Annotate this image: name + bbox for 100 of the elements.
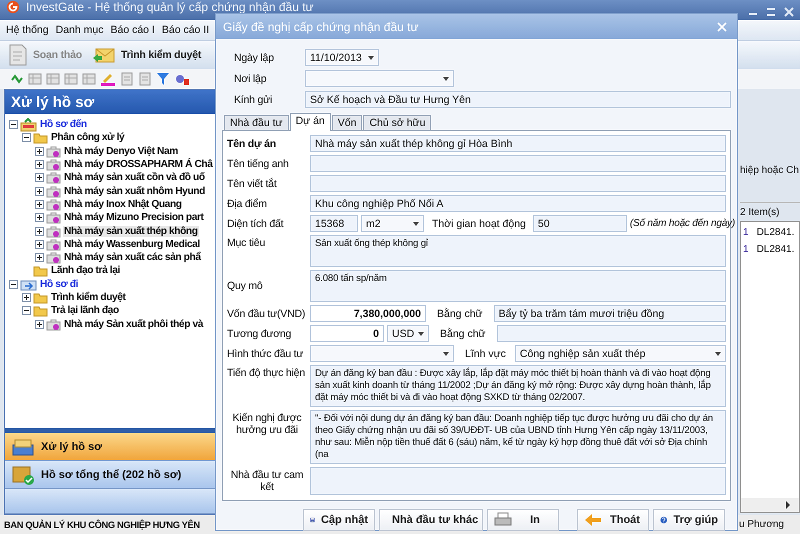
grid-icon[interactable] [28, 72, 42, 86]
table-cell: 1 [743, 227, 749, 238]
dialog-button[interactable]: Thoát [577, 509, 649, 531]
grid-icon[interactable] [82, 72, 96, 86]
briefcase-icon [46, 251, 61, 264]
briefcase-icon [46, 211, 61, 224]
dropdown-icon [443, 76, 449, 80]
expand-toggle-icon[interactable] [35, 146, 44, 156]
maximize-icon[interactable] [766, 7, 776, 17]
field-label: Kính gửi [234, 94, 274, 106]
tree-item[interactable]: Nhà máy DROSSAPHARM Á Châ [5, 158, 216, 172]
input-field[interactable] [310, 175, 726, 192]
dropdown-field[interactable]: USD [387, 325, 429, 342]
menu-item[interactable]: Danh mục [56, 24, 104, 36]
expand-toggle-icon[interactable] [35, 253, 44, 262]
toolbar-button[interactable]: Trình kiểm duyệt [92, 44, 202, 66]
expand-toggle-icon[interactable] [22, 306, 31, 316]
input-field[interactable]: Sở Kế hoạch và Đầu tư Hưng Yên [305, 91, 731, 108]
menu-item[interactable]: Hệ thống [6, 24, 49, 36]
expand-toggle-icon[interactable] [35, 160, 44, 170]
expand-toggle-icon[interactable] [35, 320, 44, 329]
expand-toggle-icon[interactable] [22, 293, 31, 302]
input-field[interactable]: 15368 [310, 215, 358, 232]
grid-icon[interactable] [46, 72, 60, 86]
tree-item[interactable]: Trình kiểm duyệt [5, 290, 216, 304]
input-field[interactable]: Nhà máy sản xuất thép không gỉ Hòa Bình [310, 135, 726, 152]
tree-item[interactable]: Nhà máy Sản xuất phôi thép và [5, 317, 216, 331]
expand-toggle-icon[interactable] [35, 213, 44, 222]
scroll-right-icon[interactable] [785, 501, 791, 509]
expand-toggle-icon[interactable] [35, 173, 44, 182]
box-check-icon [11, 464, 35, 486]
tree-item[interactable]: Nhà máy sản xuất cồn và đồ uố [5, 171, 216, 184]
input-field[interactable]: 7,380,000,000 [310, 305, 426, 322]
tab[interactable]: Dự án [290, 113, 331, 131]
text-area[interactable]: Dự án đăng ký ban đầu : Được xây lắp, lắp đặt máy móc thiết bị hoàn thành và đi vào hoạt động sản xuất kinh doanh từ tháng 11/2002 ;Dự án đăng ký mở rộng: Được xây dựng hoàn thành, lắp đặt máy móc thiết bi và đi vào hoạt động SXKD từ tháng 02/2007. [310, 365, 726, 407]
nav-button[interactable]: Hồ sơ tổng thể (202 hồ sơ) [5, 461, 216, 489]
folder-icon [33, 292, 48, 304]
input-field[interactable]: Bẩy tỷ ba trăm tám mươi triệu đồng [494, 305, 726, 322]
expand-toggle-icon[interactable] [35, 200, 44, 209]
input-field[interactable]: 0 [310, 325, 384, 342]
tree-item[interactable]: Phân công xử lý [5, 131, 216, 145]
nav-button[interactable]: Xử lý hồ sơ [5, 433, 216, 461]
tree-item[interactable]: Nhà máy Denyo Việt Nam [5, 144, 216, 158]
status-text: u Phương [739, 519, 785, 530]
tab[interactable]: Vốn [332, 115, 362, 130]
filter-icon[interactable] [156, 72, 170, 86]
tree-item[interactable]: Lãnh đạo trả lại [5, 264, 216, 278]
tree-item[interactable]: Nhà máy sản xuất các sản phẩ [5, 250, 216, 264]
grid-icon[interactable] [64, 72, 78, 86]
dropdown-field[interactable] [305, 70, 454, 87]
dialog-button[interactable]: Nhà đầu tư khác [379, 509, 483, 531]
dropdown-field[interactable]: m2 [361, 215, 424, 232]
text-area[interactable]: "- Đối với nội dung dự án đăng ký ban đầu: Doanh nghiệp tiếp tục được hưởng ưu đãi cho dự án theo Giấy chứng nhận ưu đãi số 39/UĐĐT- UB của UBND tỉnh Hưng Yên cấp ngày 13/11/2003, như sau: Miễn nộp tiền thuế đất 6 (sáu) năm, kể từ ngày ký hợp đồng thuê đất với sở Địa chính (na [310, 410, 726, 464]
dropdown-field[interactable] [310, 345, 454, 362]
close-icon[interactable] [784, 7, 794, 17]
tree-item[interactable]: Hồ sơ đi [5, 278, 216, 291]
edit-icon[interactable] [100, 72, 116, 86]
folders-icon [11, 436, 35, 456]
printer-icon [494, 512, 512, 528]
expand-toggle-icon[interactable] [9, 120, 18, 130]
dropdown-icon [443, 352, 449, 356]
tree-item[interactable]: Nhà máy sản xuất nhôm Hyund [5, 184, 216, 198]
folder-icon [33, 304, 48, 317]
text-area[interactable]: 6.080 tấn sp/năm [310, 270, 726, 302]
tree-item[interactable]: Trả lại lãnh đạo [5, 304, 216, 318]
input-field[interactable]: 50 [532, 215, 627, 232]
dropdown-field[interactable]: Công nghiệp sản xuất thép [514, 345, 726, 362]
dialog-button[interactable]: Cập nhật [303, 509, 375, 531]
menu-item[interactable]: Báo cáo II [162, 24, 210, 36]
field-label: Mục tiêu [227, 236, 266, 249]
tree-item[interactable]: Hồ sơ đến [5, 118, 216, 132]
dialog-button[interactable]: In [487, 509, 559, 531]
briefcase-icon [46, 224, 61, 238]
expand-toggle-icon[interactable] [9, 280, 18, 289]
tree-item[interactable]: Nhà máy Inox Nhật Quang [5, 198, 216, 212]
expand-toggle-icon[interactable] [22, 133, 31, 142]
menu-item[interactable]: Báo cáo I [110, 24, 155, 36]
scrollbar[interactable] [741, 498, 799, 512]
tab[interactable]: Nhà đầu tư [224, 115, 289, 130]
expand-toggle-icon[interactable] [35, 226, 44, 236]
expand-toggle-icon[interactable] [35, 240, 44, 249]
input-field[interactable]: Khu công nghiệp Phố Nối A [310, 195, 726, 212]
tab[interactable]: Chủ sở hữu [363, 115, 432, 130]
dropdown-icon [418, 332, 424, 336]
tree-item[interactable]: Nhà máy Wassenburg Medical [5, 238, 216, 251]
input-field[interactable] [496, 325, 726, 342]
date-field[interactable]: 11/10/2013 [305, 49, 379, 66]
dropdown-icon [413, 222, 419, 226]
briefcase-icon [46, 158, 61, 172]
document-icon[interactable] [138, 72, 152, 86]
field-label: Diện tích đất [227, 218, 284, 230]
dialog-button[interactable]: Trợ giúp [653, 509, 725, 531]
text-area[interactable]: Sản xuất ống thép không gỉ [310, 235, 726, 267]
column-caption: hiệp hoặc Ch [740, 165, 800, 176]
expand-toggle-icon[interactable] [35, 186, 44, 196]
field-label: Bằng chữ [439, 328, 487, 340]
input-field[interactable] [310, 155, 726, 172]
inbox-icon [20, 118, 37, 132]
tree-item[interactable]: Nhà máy Mizuno Precision part [5, 211, 216, 224]
document-icon[interactable] [120, 72, 134, 86]
